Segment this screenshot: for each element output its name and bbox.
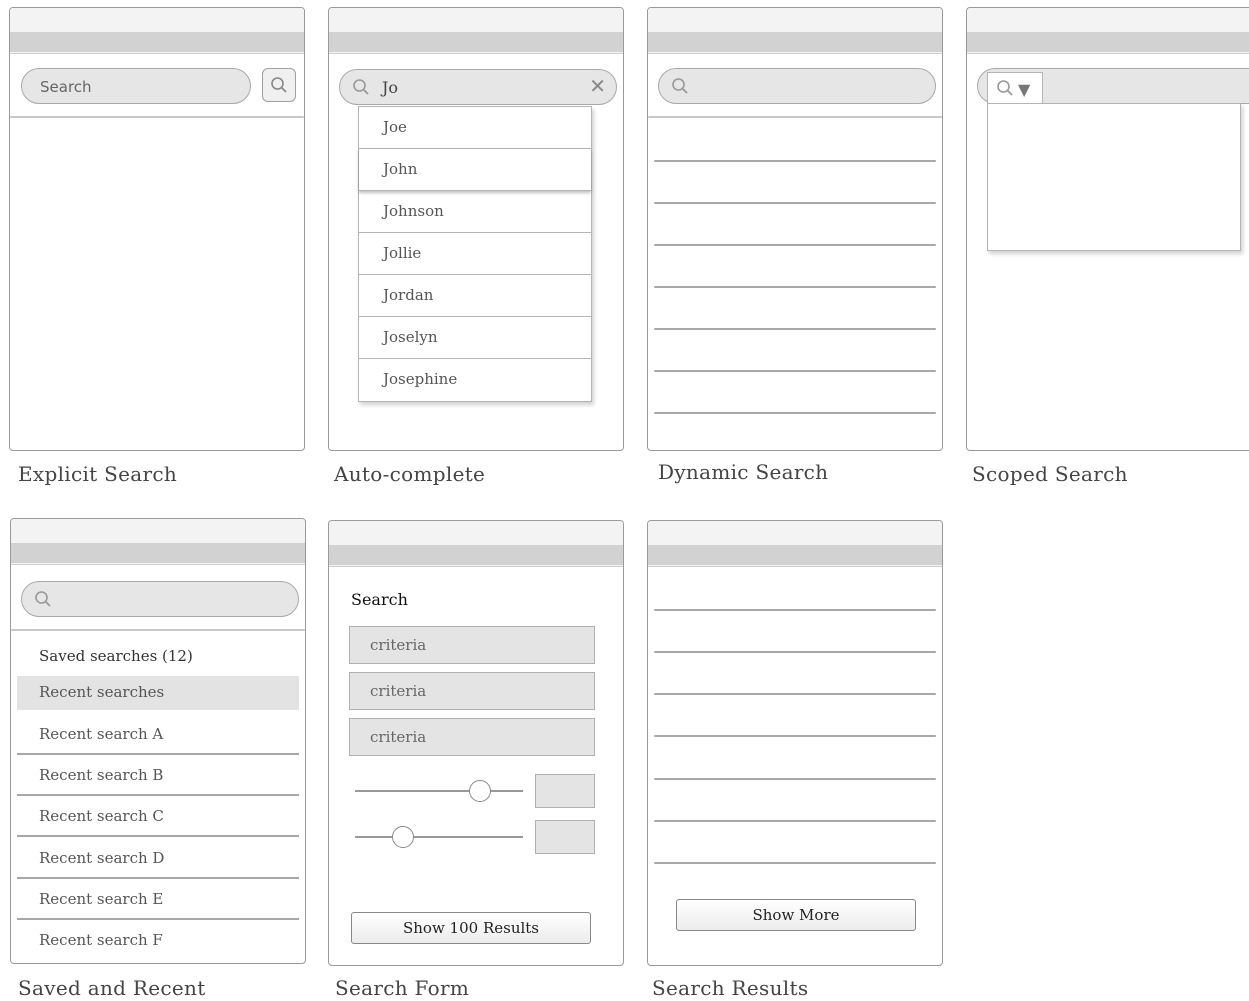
result-row[interactable]: [654, 862, 936, 864]
caption-scoped-search: Scoped Search: [972, 462, 1128, 486]
dynamic-search-panel: [647, 7, 943, 451]
search-icon: [270, 76, 288, 94]
search-input[interactable]: [658, 68, 936, 104]
slider-knob[interactable]: [469, 780, 491, 802]
top-bar: [329, 8, 623, 54]
scope-menu: [987, 103, 1241, 251]
search-icon: [34, 590, 52, 608]
suggestion-item[interactable]: Joselyn: [359, 317, 591, 359]
result-row[interactable]: [654, 202, 936, 204]
suggestion-item[interactable]: Josephine: [359, 359, 591, 401]
result-row[interactable]: [654, 244, 936, 246]
form-heading: Search: [351, 590, 408, 609]
divider: [648, 116, 942, 118]
top-bar: [11, 519, 305, 565]
slider-track: [355, 836, 523, 838]
result-row[interactable]: [654, 778, 936, 780]
autocomplete-panel: Jo ✕ Joe John Johnson Jollie Jordan Jose…: [328, 7, 624, 451]
recent-search-item[interactable]: Recent search B: [17, 756, 299, 796]
top-bar: [329, 521, 623, 567]
recent-search-item[interactable]: Recent search E: [17, 880, 299, 920]
suggestion-item[interactable]: Jordan: [359, 275, 591, 317]
result-row[interactable]: [654, 693, 936, 695]
slider-knob[interactable]: [392, 826, 414, 848]
suggestion-item[interactable]: Joe: [359, 107, 591, 149]
show-more-button[interactable]: Show More: [676, 899, 916, 931]
suggestion-item-highlighted[interactable]: John: [359, 149, 591, 191]
criteria-field[interactable]: criteria: [349, 626, 595, 664]
slider-track: [355, 790, 523, 792]
clear-icon[interactable]: ✕: [589, 74, 606, 98]
suggestion-item[interactable]: Johnson: [359, 191, 591, 233]
result-row[interactable]: [654, 651, 936, 653]
divider: [11, 629, 305, 631]
search-input[interactable]: [21, 581, 299, 617]
caption-search-results: Search Results: [652, 976, 809, 1000]
search-query: Jo: [382, 78, 399, 97]
top-bar: [648, 8, 942, 54]
search-results-panel: Show More: [647, 520, 943, 966]
search-icon: [996, 79, 1014, 97]
caption-autocomplete: Auto-complete: [334, 462, 486, 486]
caption-saved-recent: Saved and Recent: [18, 976, 206, 1000]
saved-searches-item[interactable]: Saved searches (12): [17, 637, 299, 677]
slider-value-box[interactable]: [535, 774, 595, 808]
search-input[interactable]: Search: [21, 68, 251, 104]
recent-search-item[interactable]: Recent search F: [17, 921, 299, 961]
search-form-panel: Search criteria criteria criteria Show 1…: [328, 520, 624, 966]
explicit-search-panel: Search: [9, 7, 305, 451]
caption-dynamic-search: Dynamic Search: [658, 460, 829, 484]
slider-value-box[interactable]: [535, 820, 595, 854]
top-bar: [648, 521, 942, 567]
caption-search-form: Search Form: [335, 976, 470, 1000]
result-row[interactable]: [654, 735, 936, 737]
top-bar: [10, 8, 304, 54]
criteria-field[interactable]: criteria: [349, 672, 595, 710]
recent-searches-header[interactable]: Recent searches: [17, 676, 299, 710]
suggestion-item[interactable]: Jollie: [359, 233, 591, 275]
recent-search-item[interactable]: Recent search A: [17, 715, 299, 755]
divider: [10, 116, 304, 118]
slider-2[interactable]: [355, 825, 523, 849]
criteria-field[interactable]: criteria: [349, 718, 595, 756]
show-results-button[interactable]: Show 100 Results: [351, 912, 591, 944]
search-icon: [671, 77, 689, 95]
result-row[interactable]: [654, 412, 936, 414]
scope-dropdown-icon: ▼: [1018, 80, 1031, 99]
result-row[interactable]: [654, 370, 936, 372]
result-row[interactable]: [654, 286, 936, 288]
scope-dropdown[interactable]: ▼: [987, 72, 1043, 104]
search-icon: [352, 78, 370, 96]
saved-recent-panel: Saved searches (12) Recent searches Rece…: [10, 518, 306, 964]
slider-1[interactable]: [355, 779, 523, 803]
scoped-search-panel: ▼: [966, 7, 1249, 451]
result-row[interactable]: [654, 609, 936, 611]
search-button[interactable]: [262, 68, 296, 102]
recent-search-item[interactable]: Recent search D: [17, 839, 299, 879]
result-row[interactable]: [654, 160, 936, 162]
search-input[interactable]: Jo ✕: [339, 69, 617, 105]
caption-explicit-search: Explicit Search: [18, 462, 178, 486]
result-row[interactable]: [654, 820, 936, 822]
suggestion-dropdown: Joe John Johnson Jollie Jordan Joselyn J…: [358, 106, 592, 402]
search-placeholder: Search: [40, 78, 92, 96]
result-row[interactable]: [654, 328, 936, 330]
top-bar: [967, 8, 1249, 54]
recent-search-item[interactable]: Recent search C: [17, 797, 299, 837]
